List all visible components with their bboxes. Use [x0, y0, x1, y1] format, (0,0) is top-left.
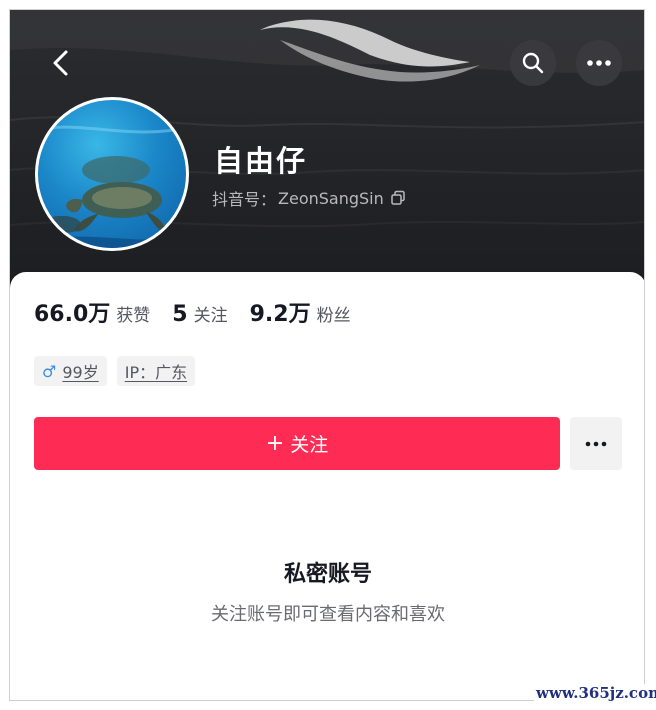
profile-cover: 自由仔 抖音号： ZeonSangSin [10, 10, 644, 300]
site-watermark: www.365jz.com [534, 684, 656, 702]
stat-followers[interactable]: 9.2万 粉丝 [250, 296, 351, 328]
plus-icon: + [265, 431, 285, 456]
stat-followers-value: 9.2万 [249, 302, 311, 327]
ip-location-tag[interactable]: IP：广东 [116, 356, 196, 386]
screen-frame: 自由仔 抖音号： ZeonSangSin 66.0万 获赞 5 关注 9.2万 … [9, 9, 645, 701]
copy-icon[interactable] [390, 190, 406, 206]
avatar[interactable] [35, 97, 189, 251]
age-text: 99岁 [62, 363, 99, 382]
ip-location-text: IP：广东 [124, 363, 188, 382]
account-id-value: ZeonSangSin [278, 188, 384, 208]
search-icon [522, 52, 544, 74]
profile-nickname: 自由仔 [214, 144, 308, 178]
header-more-button[interactable] [576, 40, 622, 86]
gender-age-tag[interactable]: ♂ 99岁 [34, 356, 107, 386]
chevron-left-icon [53, 50, 68, 76]
stat-likes-label: 获赞 [116, 306, 151, 326]
stat-following-label: 关注 [193, 306, 228, 326]
stat-following[interactable]: 5 关注 [172, 301, 227, 327]
stat-followers-label: 粉丝 [316, 306, 351, 326]
profile-more-button[interactable] [570, 417, 622, 470]
back-button[interactable] [38, 40, 84, 86]
search-button[interactable] [510, 40, 556, 86]
stat-likes[interactable]: 66.0万 获赞 [34, 296, 150, 328]
stat-likes-value: 66.0万 [34, 302, 111, 327]
private-account-description: 关注账号即可查看内容和喜欢 [211, 604, 445, 625]
stats-row: 66.0万 获赞 5 关注 9.2万 粉丝 [34, 296, 373, 328]
more-horizontal-icon [587, 60, 611, 66]
follow-button[interactable]: + 关注 [34, 417, 560, 470]
male-icon: ♂ [42, 361, 57, 381]
account-id-row[interactable]: 抖音号： ZeonSangSin [212, 186, 406, 210]
profile-tags: ♂ 99岁 IP：广东 [34, 356, 196, 386]
follow-button-label: 关注 [290, 434, 329, 456]
stat-following-value: 5 [172, 302, 188, 327]
account-id-label: 抖音号： [212, 190, 277, 209]
private-account-title: 私密账号 [283, 562, 372, 587]
avatar-turtle-image [38, 125, 186, 248]
profile-info-sheet: 66.0万 获赞 5 关注 9.2万 粉丝 ♂ 99岁 IP：广东 + 关注 私… [10, 272, 644, 700]
more-horizontal-icon [585, 441, 607, 446]
